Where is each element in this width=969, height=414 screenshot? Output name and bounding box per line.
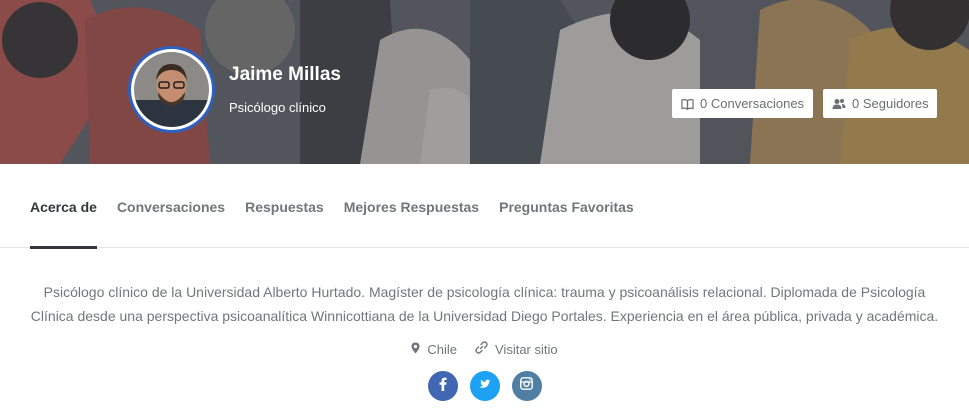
book-open-icon — [681, 98, 694, 110]
profile-name: Jaime Millas — [229, 64, 341, 85]
avatar-photo — [134, 52, 209, 127]
twitter-button[interactable] — [469, 371, 500, 401]
instagram-icon — [520, 377, 533, 395]
facebook-button[interactable] — [427, 371, 458, 401]
conversations-count-button[interactable]: 0 Conversaciones — [672, 89, 813, 118]
conversations-count-label: 0 Conversaciones — [700, 96, 805, 111]
tab-respuestas[interactable]: Respuestas — [245, 164, 324, 248]
tab-preguntas-favoritas[interactable]: Preguntas Favoritas — [499, 164, 634, 248]
profile-bio: Psicólogo clínico de la Universidad Albe… — [30, 284, 939, 324]
profile-cover: Jaime Millas Psicólogo clínico 0 Convers… — [0, 0, 969, 164]
location-label: Chile — [427, 341, 457, 357]
social-links — [0, 371, 969, 401]
facebook-icon — [439, 377, 447, 396]
link-icon — [475, 341, 488, 357]
followers-count-button[interactable]: 0 Seguidores — [823, 89, 937, 118]
tab-conversaciones[interactable]: Conversaciones — [117, 164, 225, 248]
website-link[interactable]: Visitar sitio — [475, 341, 558, 357]
website-label: Visitar sitio — [495, 341, 558, 357]
users-icon — [832, 98, 846, 110]
profile-role: Psicólogo clínico — [229, 100, 326, 115]
twitter-icon — [478, 377, 492, 395]
profile-meta: Chile Visitar sitio — [0, 341, 969, 357]
map-pin-icon — [411, 342, 420, 357]
tab-acerca-de[interactable]: Acerca de — [30, 164, 97, 249]
location: Chile — [411, 342, 457, 357]
instagram-button[interactable] — [511, 371, 542, 401]
profile-tabs: Acerca de Conversaciones Respuestas Mejo… — [0, 164, 969, 249]
tab-mejores-respuestas[interactable]: Mejores Respuestas — [344, 164, 479, 248]
avatar[interactable] — [128, 46, 215, 133]
followers-count-label: 0 Seguidores — [852, 96, 929, 111]
